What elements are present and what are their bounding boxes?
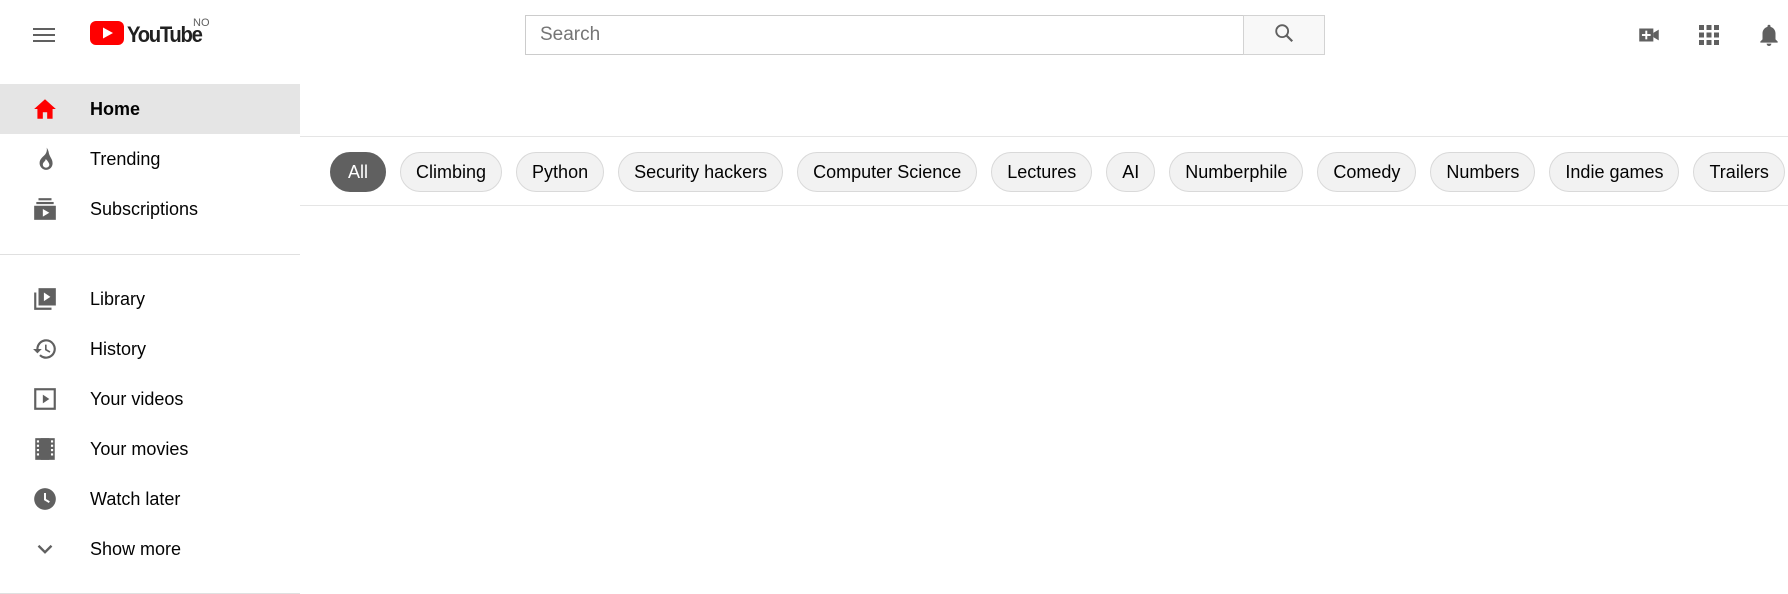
chips-bar: All Climbing Python Security hackers Com… (300, 136, 1788, 206)
sidebar-item-home[interactable]: Home (0, 84, 300, 134)
chip-comedy[interactable]: Comedy (1317, 152, 1417, 192)
chip-ai[interactable]: AI (1106, 152, 1156, 192)
sidebar-item-library[interactable]: Library (0, 274, 300, 324)
sidebar-item-label: Your movies (90, 438, 189, 459)
home-icon (30, 94, 60, 124)
chip-numbers[interactable]: Numbers (1430, 152, 1536, 192)
sidebar-item-label: Trending (90, 148, 161, 169)
sidebar-item-label: Home (90, 98, 141, 119)
sidebar-item-watch-later[interactable]: Watch later (0, 474, 300, 524)
sidebar-item-label: Library (90, 288, 146, 309)
sidebar-item-show-more[interactable]: Show more (0, 524, 300, 574)
notifications-icon[interactable] (1754, 20, 1784, 50)
trending-icon (30, 144, 60, 174)
chip-indie-games[interactable]: Indie games (1549, 152, 1680, 192)
history-icon (30, 334, 60, 364)
movies-icon (30, 434, 60, 464)
menu-icon[interactable] (24, 15, 64, 55)
youtube-logo[interactable]: YouTube NO (90, 17, 210, 50)
subscriptions-icon (30, 194, 60, 224)
chip-trailers[interactable]: Trailers (1693, 152, 1785, 192)
chip-numberphile[interactable]: Numberphile (1169, 152, 1304, 192)
masthead: YouTube NO (0, 0, 1788, 70)
chip-all[interactable]: All (330, 152, 387, 192)
library-icon (30, 284, 60, 314)
sidebar-divider (0, 254, 300, 255)
youtube-logo-icon (90, 20, 124, 50)
chip-python[interactable]: Python (516, 152, 605, 192)
search-icon (1273, 22, 1295, 49)
logo-wordmark: YouTube (127, 22, 203, 47)
chip-lectures[interactable]: Lectures (991, 152, 1093, 192)
sidebar-item-your-videos[interactable]: Your videos (0, 374, 300, 424)
sidebar-item-history[interactable]: History (0, 324, 300, 374)
chip-computer-science[interactable]: Computer Science (797, 152, 978, 192)
sidebar-item-label: Show more (90, 538, 182, 559)
create-video-icon[interactable] (1634, 20, 1664, 50)
watch-later-icon (30, 484, 60, 514)
country-code: NO (193, 17, 210, 29)
chip-security-hackers[interactable]: Security hackers (618, 152, 784, 192)
search-input[interactable] (525, 15, 1244, 55)
sidebar: Home Trending Subscriptions Library Hist… (0, 84, 300, 594)
search-button[interactable] (1243, 15, 1325, 55)
sidebar-item-subscriptions[interactable]: Subscriptions (0, 184, 300, 234)
chevron-down-icon (30, 534, 60, 564)
apps-icon[interactable] (1694, 20, 1724, 50)
sidebar-item-trending[interactable]: Trending (0, 134, 300, 184)
sidebar-item-label: Subscriptions (90, 198, 199, 219)
chip-climbing[interactable]: Climbing (400, 152, 503, 192)
your-videos-icon (30, 384, 60, 414)
chip-list: All Climbing Python Security hackers Com… (330, 152, 1788, 192)
sidebar-item-label: Watch later (90, 488, 181, 509)
sidebar-item-label: Your videos (90, 388, 184, 409)
sidebar-item-label: History (90, 338, 147, 359)
sidebar-item-your-movies[interactable]: Your movies (0, 424, 300, 474)
